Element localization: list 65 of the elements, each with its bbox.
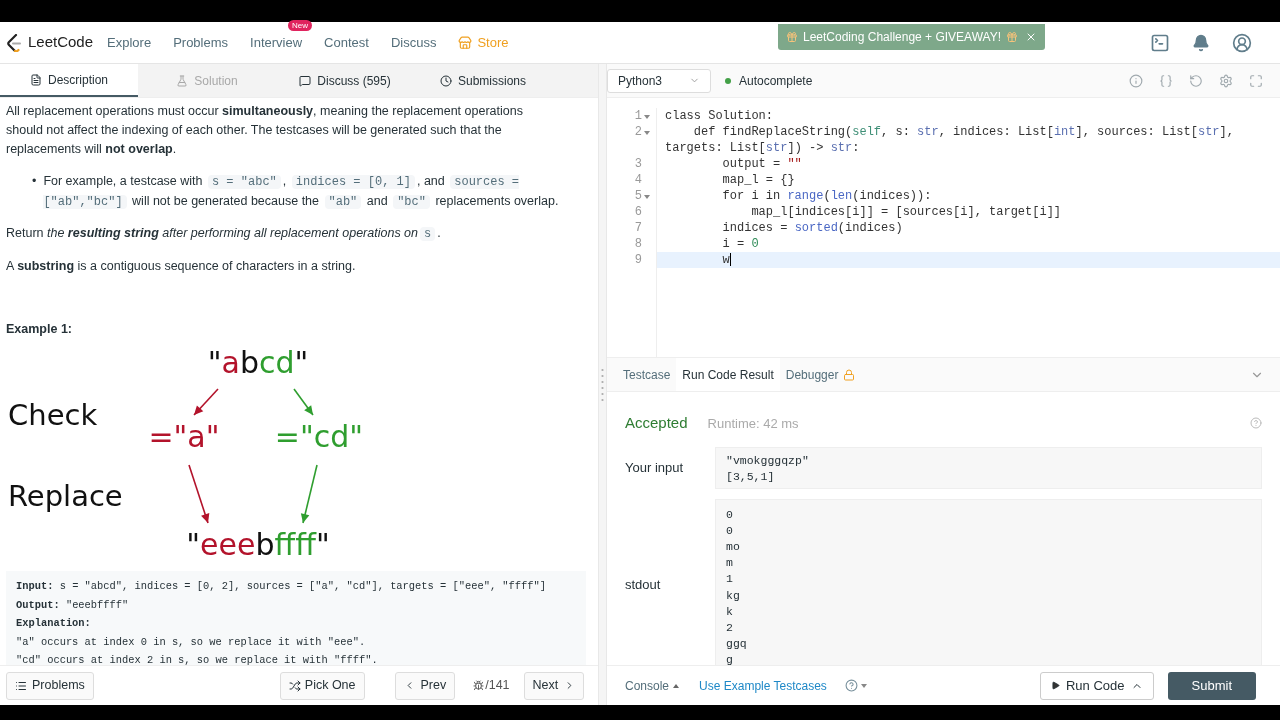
new-badge: New	[288, 19, 313, 31]
replace-label: Replace	[8, 479, 123, 513]
result-string: "eeebffff"	[186, 527, 330, 562]
status-text: Accepted	[625, 413, 688, 433]
code-line: def findReplaceString(self, s: str, indices: List[int], sources: List[str], targets: List[str]) -> str:	[664, 124, 1235, 156]
console-button[interactable]: Console	[625, 676, 680, 695]
code-line: class Solution:	[664, 108, 775, 124]
example-line: Output: "eeebffff"	[16, 597, 130, 613]
prev-button[interactable]: Prev	[394, 671, 456, 700]
bullet-text: For example, a testcase with s = "abc" , indices = [0, 1] , and sources = ["ab","bc"] will not be generated because the "ab" and "bc" replacements overlap.	[43, 173, 560, 211]
nav-link[interactable]: Problems	[173, 34, 229, 50]
stdout-box: 0 0 mo m 1 kg k 2 ggq g	[715, 498, 1262, 665]
description-paragraph: All replacement operations must occur simultaneously, meaning the replacement operations should not affect the indexing of each other. The testcases will be generated such that the replacements will not overlap.	[6, 103, 524, 158]
right-match: ="cd"	[274, 419, 364, 454]
banner-text: LeetCoding Challenge + GIVEAWAY!	[803, 29, 1001, 46]
line-number: 6	[634, 204, 642, 220]
autocomplete-label[interactable]: Autocomplete	[739, 71, 813, 90]
example-title: Example 1:	[6, 321, 73, 338]
line-number: 5	[634, 188, 642, 204]
check-label: Check	[8, 398, 98, 432]
example-line: Input: s = "abcd", indices = [0, 2], sources = ["a", "cd"], targets = ["eee", "ffff"]	[16, 579, 548, 594]
example-testcases-link[interactable]: Use Example Testcases	[699, 676, 827, 695]
brand-name[interactable]: LeetCode	[28, 31, 94, 54]
next-button[interactable]: Next	[523, 671, 585, 700]
line-number: 2	[634, 124, 642, 140]
line-number: 8	[634, 236, 642, 252]
line-number: 3	[634, 156, 642, 172]
description-paragraph: A substring is a contiguous sequence of characters in a string.	[6, 258, 357, 275]
code-line: output = ""	[721, 156, 803, 172]
language-select[interactable]: Python3	[607, 68, 711, 93]
submit-button[interactable]: Submit	[1167, 671, 1256, 700]
line-number: 4	[634, 172, 642, 188]
code-line: map_l = {}	[721, 172, 796, 188]
problem-counter: /141	[485, 677, 510, 695]
code-line: indices = sorted(indices)	[721, 220, 904, 236]
pick-one-button[interactable]: Pick One	[279, 671, 365, 700]
result-tab[interactable]: Testcase	[617, 358, 677, 391]
panel-tab[interactable]: Description	[0, 64, 138, 97]
nav-link[interactable]: Interview	[250, 34, 303, 50]
example-line: "cd" occurs at index 2 in s, so we replace it with "ffff".	[16, 653, 379, 665]
left-match: ="a"	[148, 419, 220, 454]
run-code-button[interactable]: Run Code	[1040, 671, 1154, 700]
example-line: Explanation:	[16, 616, 92, 631]
line-number: 7	[634, 220, 642, 236]
source-string: "abcd"	[207, 345, 309, 380]
result-tab[interactable]: Debugger	[779, 358, 862, 391]
problems-button[interactable]: Problems	[6, 671, 94, 700]
input-label: Your input	[625, 458, 685, 477]
code-line: i = 0	[721, 236, 760, 252]
code-line: map_l[indices[i]] = [sources[i], target[i]]	[750, 204, 1063, 220]
code-line: for i in range(len(indices)):	[721, 188, 933, 204]
panel-tab[interactable]: Discuss (595)	[276, 64, 414, 97]
nav-link[interactable]: Contest	[324, 34, 369, 50]
result-tab[interactable]: Run Code Result	[676, 358, 780, 391]
panel-tab[interactable]: Submissions	[414, 64, 552, 97]
runtime-text: Runtime: 42 ms	[707, 414, 799, 433]
stdout-label: stdout	[625, 575, 662, 594]
line-number: 9	[634, 252, 642, 268]
bullet-marker: •	[32, 173, 37, 190]
nav-link[interactable]: Explore	[107, 34, 152, 50]
description-paragraph: Return the resulting string after performing all replacement operations on s .	[6, 225, 442, 243]
example-line: "a" occurs at index 0 in s, so we replace it with "eee".	[16, 634, 367, 650]
input-box: "vmokgggqzp" [3,5,1]	[715, 446, 1262, 489]
nav-link[interactable]: Discuss	[390, 34, 437, 50]
line-number: 1	[634, 108, 642, 124]
